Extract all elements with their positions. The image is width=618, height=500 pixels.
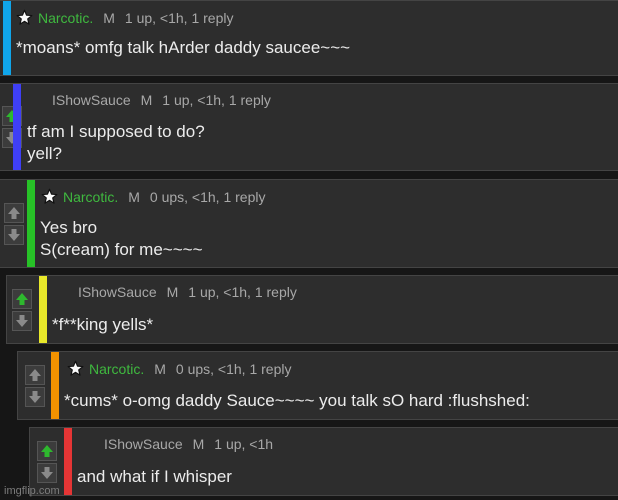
username-link[interactable]: IShowSauce: [104, 436, 183, 452]
comment-header: Narcotic. M 1 up, <1h, 1 reply: [16, 9, 233, 26]
username-link[interactable]: IShowSauce: [78, 284, 157, 300]
comment-header: IShowSauce M 1 up, <1h, 1 reply: [78, 284, 297, 300]
comment-text-line: S(cream) for me~~~~: [40, 240, 203, 259]
downvote-button[interactable]: [12, 310, 32, 331]
username-link[interactable]: IShowSauce: [52, 92, 131, 108]
comment-meta: 0 ups, <1h, 1 reply: [149, 188, 266, 205]
comment-text-line: *f**king yells*: [52, 315, 154, 334]
gender-badge: M: [192, 436, 205, 452]
gender-badge: M: [103, 9, 115, 26]
comment-header: Narcotic. M 0 ups, <1h, 1 reply: [67, 360, 291, 377]
thread-depth-bar: [13, 84, 21, 170]
down-arrow-icon: [40, 466, 54, 480]
thread-depth-bar: [39, 276, 47, 343]
down-arrow-icon: [7, 228, 21, 242]
upvote-button[interactable]: [25, 364, 45, 385]
watermark: imgflip.com: [4, 485, 60, 497]
downvote-button[interactable]: [37, 462, 57, 483]
vote-controls: [2, 180, 26, 267]
comment-meta: 1 up, <1h, 1 reply: [124, 9, 234, 26]
comment-body: *f**king yells*: [52, 314, 610, 336]
gender-badge: M: [166, 284, 179, 300]
upvote-button[interactable]: [4, 202, 24, 223]
up-arrow-icon: [28, 368, 42, 382]
star-icon: [67, 360, 84, 377]
vote-controls: [9, 276, 35, 343]
up-arrow-icon: [40, 444, 54, 458]
comment-text-line: *cums* o-omg daddy Sauce~~~~ you talk sO…: [64, 391, 530, 410]
comment-body: Yes bro S(cream) for me~~~~: [40, 217, 610, 261]
comment-header: IShowSauce M 1 up, <1h, 1 reply: [52, 92, 271, 108]
star-icon: [41, 188, 58, 205]
comment-meta: 1 up, <1h, 1 reply: [188, 284, 297, 300]
comment-meta: 0 ups, <1h, 1 reply: [175, 360, 292, 377]
thread-depth-bar: [3, 1, 11, 75]
gender-badge: M: [140, 92, 153, 108]
down-arrow-icon: [28, 390, 42, 404]
up-arrow-icon: [7, 206, 21, 220]
star-icon: [16, 9, 33, 26]
comment: Narcotic. M 0 ups, <1h, 1 reply *cums* o…: [17, 351, 618, 420]
comment: IShowSauce M 1 up, <1h, 1 reply tf am I …: [0, 83, 618, 171]
vote-controls: [22, 352, 48, 419]
comment: IShowSauce M 1 up, <1h and what if I whi…: [29, 427, 618, 496]
comment-meta: 1 up, <1h, 1 reply: [162, 92, 271, 108]
username-link[interactable]: Narcotic.: [63, 189, 118, 205]
comment: Narcotic. M 1 up, <1h, 1 reply *moans* o…: [0, 0, 618, 76]
comment-meta: 1 up, <1h: [214, 436, 274, 452]
downvote-button[interactable]: [4, 224, 24, 245]
comment: Narcotic. M 0 ups, <1h, 1 reply Yes bro …: [0, 179, 618, 268]
username-link[interactable]: Narcotic.: [89, 361, 144, 377]
comment-header: Narcotic. M 0 ups, <1h, 1 reply: [41, 188, 265, 205]
comment: IShowSauce M 1 up, <1h, 1 reply *f**king…: [6, 275, 618, 344]
thread-depth-bar: [51, 352, 59, 419]
username-link[interactable]: Narcotic.: [38, 10, 93, 26]
upvote-button[interactable]: [12, 288, 32, 309]
thread-depth-bar: [64, 428, 72, 495]
comment-text-line: Yes bro: [40, 218, 98, 237]
thread-depth-bar: [27, 180, 35, 267]
downvote-button[interactable]: [25, 386, 45, 407]
gender-badge: M: [128, 188, 140, 205]
down-arrow-icon: [15, 314, 29, 328]
upvote-button[interactable]: [37, 440, 57, 461]
comment-header: IShowSauce M 1 up, <1h: [104, 436, 273, 452]
comment-text-line: *moans* omfg talk hArder daddy saucee~~~: [16, 38, 351, 57]
comment-body: and what if I whisper: [77, 466, 610, 488]
up-arrow-icon: [15, 292, 29, 306]
comment-body: tf am I supposed to do? yell?: [27, 121, 610, 165]
gender-badge: M: [154, 360, 166, 377]
comment-text-line: and what if I whisper: [77, 467, 232, 486]
comment-body: *cums* o-omg daddy Sauce~~~~ you talk sO…: [64, 390, 610, 412]
comment-text-line: yell?: [27, 144, 62, 163]
comment-body: *moans* omfg talk hArder daddy saucee~~~: [16, 37, 610, 59]
comment-text-line: tf am I supposed to do?: [27, 122, 205, 141]
